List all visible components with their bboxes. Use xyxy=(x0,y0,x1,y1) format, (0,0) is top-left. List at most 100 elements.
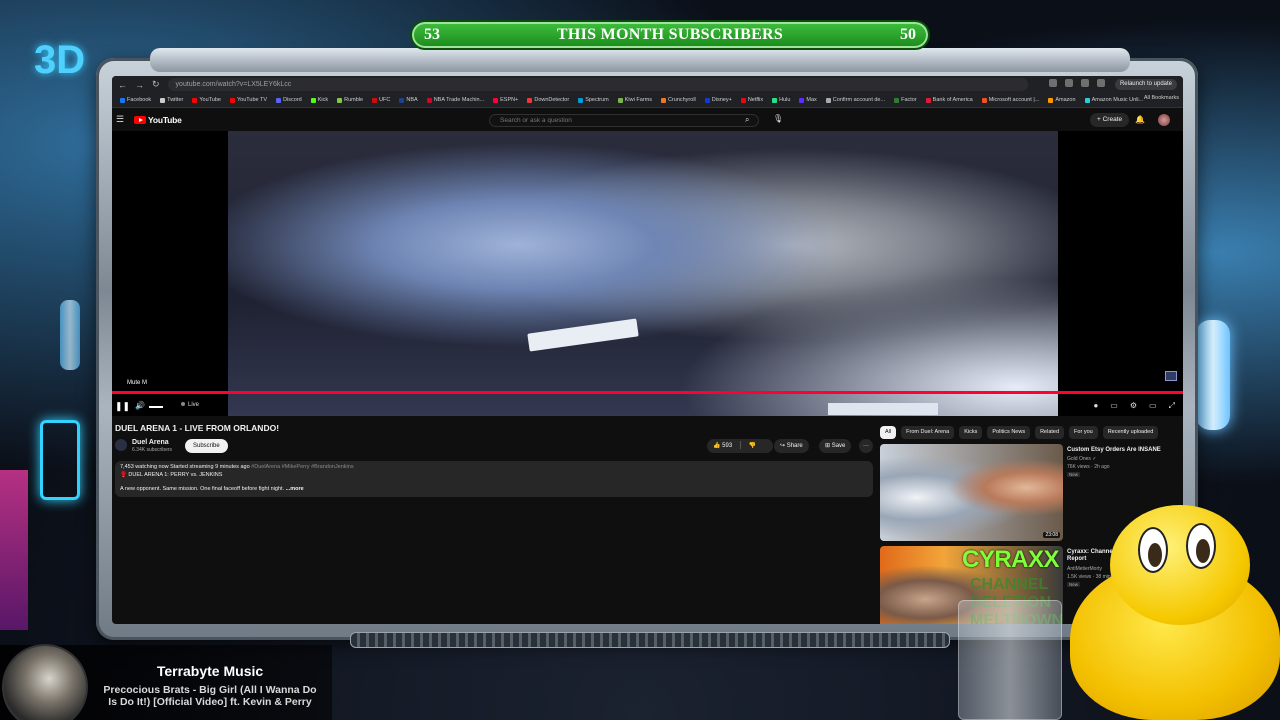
reload-icon[interactable]: ↻ xyxy=(152,79,160,90)
volume-icon[interactable]: 🔊 xyxy=(135,401,145,410)
bookmark-label: Max xyxy=(806,97,817,103)
bookmark-item[interactable]: Factor xyxy=(894,97,917,103)
filter-chip[interactable]: All xyxy=(880,426,897,439)
back-icon[interactable]: ← xyxy=(118,80,127,90)
bookmark-item[interactable]: ESPN+ xyxy=(493,97,518,103)
filter-chip[interactable]: Kicks xyxy=(959,426,983,439)
bookmark-label: Spectrum xyxy=(585,97,609,103)
bookmark-item[interactable]: Disney+ xyxy=(704,97,732,103)
bookmark-star-icon[interactable] xyxy=(1065,79,1073,87)
channel-avatar[interactable] xyxy=(115,439,127,451)
share-button[interactable]: ↪ Share xyxy=(774,439,809,453)
bookmark-item[interactable]: Twitter xyxy=(160,97,183,103)
bookmark-item[interactable]: NBA xyxy=(399,97,418,103)
bookmark-favicon-icon xyxy=(527,97,533,103)
recommended-channel[interactable]: AntiMetierMorty xyxy=(1067,566,1102,572)
settings-gear-icon[interactable]: ⚙ xyxy=(1130,401,1137,411)
live-badge[interactable]: Live xyxy=(181,402,199,408)
show-more-link[interactable]: ...more xyxy=(286,486,304,492)
relaunch-button[interactable]: Relaunch to update xyxy=(1114,79,1177,90)
captions-icon[interactable]: ▭ xyxy=(1110,401,1118,411)
bookmark-label: Amazon Music Unli... xyxy=(1091,97,1144,103)
bookmark-item[interactable]: YouTube TV xyxy=(229,97,267,103)
description-line: 🥊 DUEL ARENA 1: PERRY vs. JENKINS xyxy=(120,472,223,478)
extension-icon[interactable] xyxy=(1097,79,1105,87)
url-input[interactable]: youtube.com/watch?v=LX5LEY6kLcc xyxy=(167,78,1028,91)
bookmark-item[interactable]: Rumble xyxy=(337,97,363,103)
bookmark-item[interactable]: Facebook xyxy=(120,97,151,103)
bookmark-item[interactable]: DownDetector xyxy=(527,97,569,103)
bookmark-favicon-icon xyxy=(276,97,282,103)
bookmark-item[interactable]: Amazon Music Unli... xyxy=(1084,97,1144,103)
dislike-icon[interactable]: 👎 xyxy=(749,443,756,449)
bookmark-item[interactable]: Microsoft account |... xyxy=(981,97,1039,103)
browser-window: ← → ↻ youtube.com/watch?v=LX5LEY6kLcc Re… xyxy=(112,76,1183,624)
neon-pink-decor xyxy=(0,470,28,630)
watching-count: 7,453 watching now Started streaming 9 m… xyxy=(120,464,250,470)
video-thumbnail[interactable]: 23:08 xyxy=(880,444,1063,541)
bookmark-item[interactable]: Kick xyxy=(310,97,328,103)
bookmark-item[interactable]: Max xyxy=(799,97,817,103)
bookmark-label: Twitter xyxy=(167,97,184,103)
recommended-title[interactable]: Custom Etsy Orders Are INSANE xyxy=(1067,447,1177,454)
subscriber-goal-bar: 53 THIS MONTH SUBSCRIBERS 50 xyxy=(410,20,930,50)
bookmark-item[interactable]: YouTube xyxy=(192,97,221,103)
fullscreen-icon[interactable]: ⤢ xyxy=(1169,401,1175,411)
bookmark-item[interactable]: Hulu xyxy=(772,97,790,103)
filter-chip[interactable]: Politics News xyxy=(987,426,1031,439)
all-bookmarks-button[interactable]: All Bookmarks xyxy=(1144,95,1179,101)
bookmark-favicon-icon xyxy=(660,97,666,103)
extension-icon[interactable] xyxy=(1049,79,1057,87)
bookmark-label: Confirm account de... xyxy=(832,97,886,103)
search-icon[interactable]: ⌕ xyxy=(745,115,755,125)
bookmark-item[interactable]: Crunchyroll xyxy=(660,97,696,103)
video-player[interactable]: Mute M ❚❚ 🔊 Live ● ▭ ⚙ ▭ ⤢ xyxy=(112,131,1183,416)
filter-chip[interactable]: From Duel: Arena xyxy=(901,426,955,439)
channel-name[interactable]: Duel Arena xyxy=(132,439,169,446)
bookmark-label: Bank of America xyxy=(932,97,973,103)
save-button[interactable]: ⊞ Save xyxy=(819,439,852,453)
bookmark-item[interactable]: Bank of America xyxy=(925,97,973,103)
bookmark-item[interactable]: Kiwi Farms xyxy=(617,97,652,103)
channel-subscriber-count: 6.34K subscribers xyxy=(132,447,173,453)
like-count[interactable]: 593 xyxy=(722,443,732,449)
forward-icon[interactable]: → xyxy=(135,80,144,90)
account-avatar[interactable] xyxy=(1158,114,1170,126)
search-input[interactable]: Search or ask a question xyxy=(489,114,759,127)
bookmark-item[interactable]: Confirm account de... xyxy=(825,97,886,103)
like-icon[interactable]: 👍 xyxy=(713,443,720,449)
progress-bar[interactable] xyxy=(112,391,1183,394)
save-icon: ⊞ xyxy=(825,443,831,449)
recommended-channel[interactable]: Gold Ones ✓ xyxy=(1067,456,1096,462)
youtube-logo[interactable]: YouTube xyxy=(134,115,182,125)
filter-chip[interactable]: Recently uploaded xyxy=(1102,426,1159,439)
description-meta: 7,453 watching now Started streaming 9 m… xyxy=(120,464,868,470)
bookmark-item[interactable]: Discord xyxy=(276,97,302,103)
channel-watermark[interactable] xyxy=(1165,371,1177,381)
create-button[interactable]: + Create xyxy=(1090,113,1130,127)
bookmark-item[interactable]: UFC xyxy=(372,97,390,103)
bookmark-item[interactable]: Netflix xyxy=(740,97,763,103)
recommended-views: 76K views · 2h ago xyxy=(1067,464,1110,470)
video-frame[interactable] xyxy=(228,131,1058,416)
theater-mode-icon[interactable]: ▭ xyxy=(1149,401,1157,411)
notification-bell-icon[interactable]: 🔔 xyxy=(1135,115,1145,124)
bookmark-item[interactable]: NBA Trade Machin... xyxy=(426,97,484,103)
filter-chip[interactable]: For you xyxy=(1069,426,1098,439)
microphone-icon[interactable]: 🎙 xyxy=(773,114,783,124)
pause-icon[interactable]: ❚❚ xyxy=(115,401,130,412)
extension-icon[interactable] xyxy=(1081,79,1089,87)
autoplay-toggle-icon[interactable]: ● xyxy=(1093,401,1098,411)
hamburger-menu-icon[interactable]: ☰ xyxy=(116,115,124,124)
subscribe-button[interactable]: Subscribe xyxy=(185,439,228,453)
volume-slider[interactable] xyxy=(149,406,163,408)
video-description[interactable]: 7,453 watching now Started streaming 9 m… xyxy=(115,461,873,497)
more-actions-button[interactable]: ··· xyxy=(859,439,873,453)
bookmark-item[interactable]: Amazon xyxy=(1048,97,1076,103)
youtube-play-icon xyxy=(134,116,146,124)
bookmark-item[interactable]: Spectrum xyxy=(578,97,609,103)
description-hashtags[interactable]: #DuelArena #MikePerry #BrandonJenkins xyxy=(251,464,353,470)
video-title: DUEL ARENA 1 - LIVE FROM ORLANDO! xyxy=(115,423,280,433)
filter-chip[interactable]: Related xyxy=(1035,426,1065,439)
glass-tube-decor-left xyxy=(60,300,80,370)
